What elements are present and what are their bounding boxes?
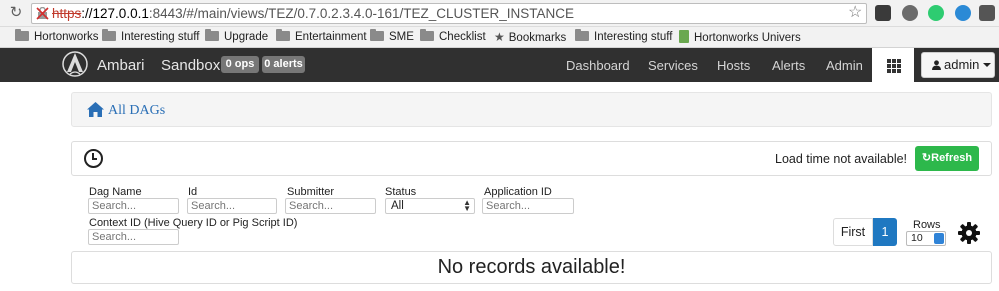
url-host: ://127.0.0.1 <box>81 6 149 21</box>
bookmark-label: Hortonworks Univers <box>694 32 801 44</box>
extension-icon[interactable] <box>928 5 944 21</box>
folder-icon <box>420 29 434 41</box>
hortonworks-icon <box>679 30 689 43</box>
folder-icon <box>102 29 116 41</box>
breadcrumb: All DAGs <box>71 92 992 127</box>
bookmark-item[interactable]: Entertainment <box>276 29 367 45</box>
breadcrumb-all-dags[interactable]: All DAGs <box>108 103 165 119</box>
empty-table-message: No records available! <box>71 251 992 284</box>
folder-icon <box>276 29 290 41</box>
refresh-icon: ↻ <box>921 152 932 164</box>
alerts-badge[interactable]: 0 alerts <box>262 56 305 73</box>
rows-label: Rows <box>913 219 941 231</box>
clock-icon <box>84 149 103 168</box>
folder-icon <box>370 29 384 41</box>
home-icon[interactable] <box>86 101 105 118</box>
bookmark-item[interactable]: SME <box>370 29 414 45</box>
folder-icon <box>575 29 589 41</box>
user-name: admin <box>944 57 980 72</box>
filter-status-label: Status <box>385 186 417 198</box>
bookmark-label: Upgrade <box>224 31 269 43</box>
user-menu-button[interactable]: admin <box>921 52 995 78</box>
bookmark-label: SME <box>389 31 414 43</box>
filter-dag-name-label: Dag Name <box>89 186 142 198</box>
filter-id-label: Id <box>188 186 198 198</box>
reload-icon[interactable]: ↻ <box>8 4 24 22</box>
status-panel: Load time not available! ↻Refresh <box>71 141 992 176</box>
bookmark-star-icon[interactable]: ☆ <box>848 3 862 22</box>
bookmark-label: Interesting stuff <box>121 31 200 43</box>
rows-per-page-value: 10 <box>911 232 923 244</box>
ambari-logo-icon[interactable] <box>62 50 88 78</box>
filter-context-id-label: Context ID (Hive Query ID or Pig Script … <box>89 217 298 229</box>
nav-services[interactable]: Services <box>648 58 698 73</box>
folder-icon <box>15 29 29 41</box>
nav-hosts[interactable]: Hosts <box>717 58 750 73</box>
extension-icon[interactable] <box>955 5 971 21</box>
url-scheme: https <box>52 6 82 21</box>
bookmarks-bar: Hortonworks Interesting stuff Upgrade En… <box>0 27 999 48</box>
bookmark-label: Bookmarks <box>508 32 567 44</box>
bookmark-item[interactable]: Interesting stuff <box>575 29 673 45</box>
bookmark-item[interactable]: Checklist <box>420 29 486 45</box>
nav-alerts[interactable]: Alerts <box>772 58 805 73</box>
bookmark-label: Checklist <box>439 31 486 43</box>
rows-per-page-select[interactable]: 10 <box>906 231 946 246</box>
filter-id-input[interactable] <box>187 198 277 214</box>
bookmark-label: Interesting stuff <box>594 31 673 43</box>
folder-icon <box>205 29 219 41</box>
ops-badge[interactable]: 0 ops <box>221 56 259 73</box>
star-icon: ★ <box>494 30 505 44</box>
cluster-name[interactable]: Sandbox <box>161 57 220 74</box>
grid-icon <box>887 59 891 63</box>
filter-application-id-label: Application ID <box>484 186 552 198</box>
filter-dag-name-input[interactable] <box>88 198 179 214</box>
views-grid-button[interactable] <box>872 48 914 82</box>
bookmark-label: Entertainment <box>295 31 367 43</box>
url-path: :8443/#/main/views/TEZ/0.7.0.2.3.4.0-161… <box>148 6 575 21</box>
extension-icon[interactable] <box>875 5 891 21</box>
bookmark-item[interactable]: Interesting stuff <box>102 29 200 45</box>
refresh-button[interactable]: ↻Refresh <box>915 146 979 171</box>
brand-name[interactable]: Ambari <box>97 57 145 74</box>
bookmark-label: Hortonworks <box>34 31 99 43</box>
page-1-button[interactable]: 1 <box>873 218 897 246</box>
extension-icon[interactable] <box>902 5 918 21</box>
refresh-label: Refresh <box>931 152 973 164</box>
chevron-down-icon <box>983 63 992 67</box>
bookmark-item[interactable]: Hortonworks Univers <box>679 30 801 45</box>
extension-icon[interactable] <box>979 5 995 21</box>
first-page-button[interactable]: First <box>833 218 873 246</box>
filter-submitter-input[interactable] <box>285 198 376 214</box>
filter-context-id-input[interactable] <box>88 229 179 245</box>
select-arrows-icon: ▲ ▼ <box>463 198 471 213</box>
bookmark-item[interactable]: ★ Bookmarks <box>494 30 566 45</box>
filter-status-value: All <box>391 200 404 212</box>
bookmark-item[interactable]: Hortonworks <box>15 29 99 45</box>
load-time-text: Load time not available! <box>775 152 908 166</box>
user-icon <box>932 60 941 70</box>
browser-toolbar: ↻ https://127.0.0.1:8443/#/main/views/TE… <box>0 0 999 27</box>
filter-application-id-input[interactable] <box>482 198 574 214</box>
stepper-arrows-icon <box>934 233 944 244</box>
filter-submitter-label: Submitter <box>287 186 335 198</box>
bookmark-item[interactable]: Upgrade <box>205 29 269 45</box>
filter-status-select[interactable]: All ▲ ▼ <box>385 198 475 214</box>
insecure-lock-icon <box>36 7 49 20</box>
nav-admin[interactable]: Admin <box>826 58 863 73</box>
gear-icon[interactable] <box>957 221 981 245</box>
nav-dashboard[interactable]: Dashboard <box>566 58 630 73</box>
address-bar[interactable]: https://127.0.0.1:8443/#/main/views/TEZ/… <box>31 3 867 24</box>
